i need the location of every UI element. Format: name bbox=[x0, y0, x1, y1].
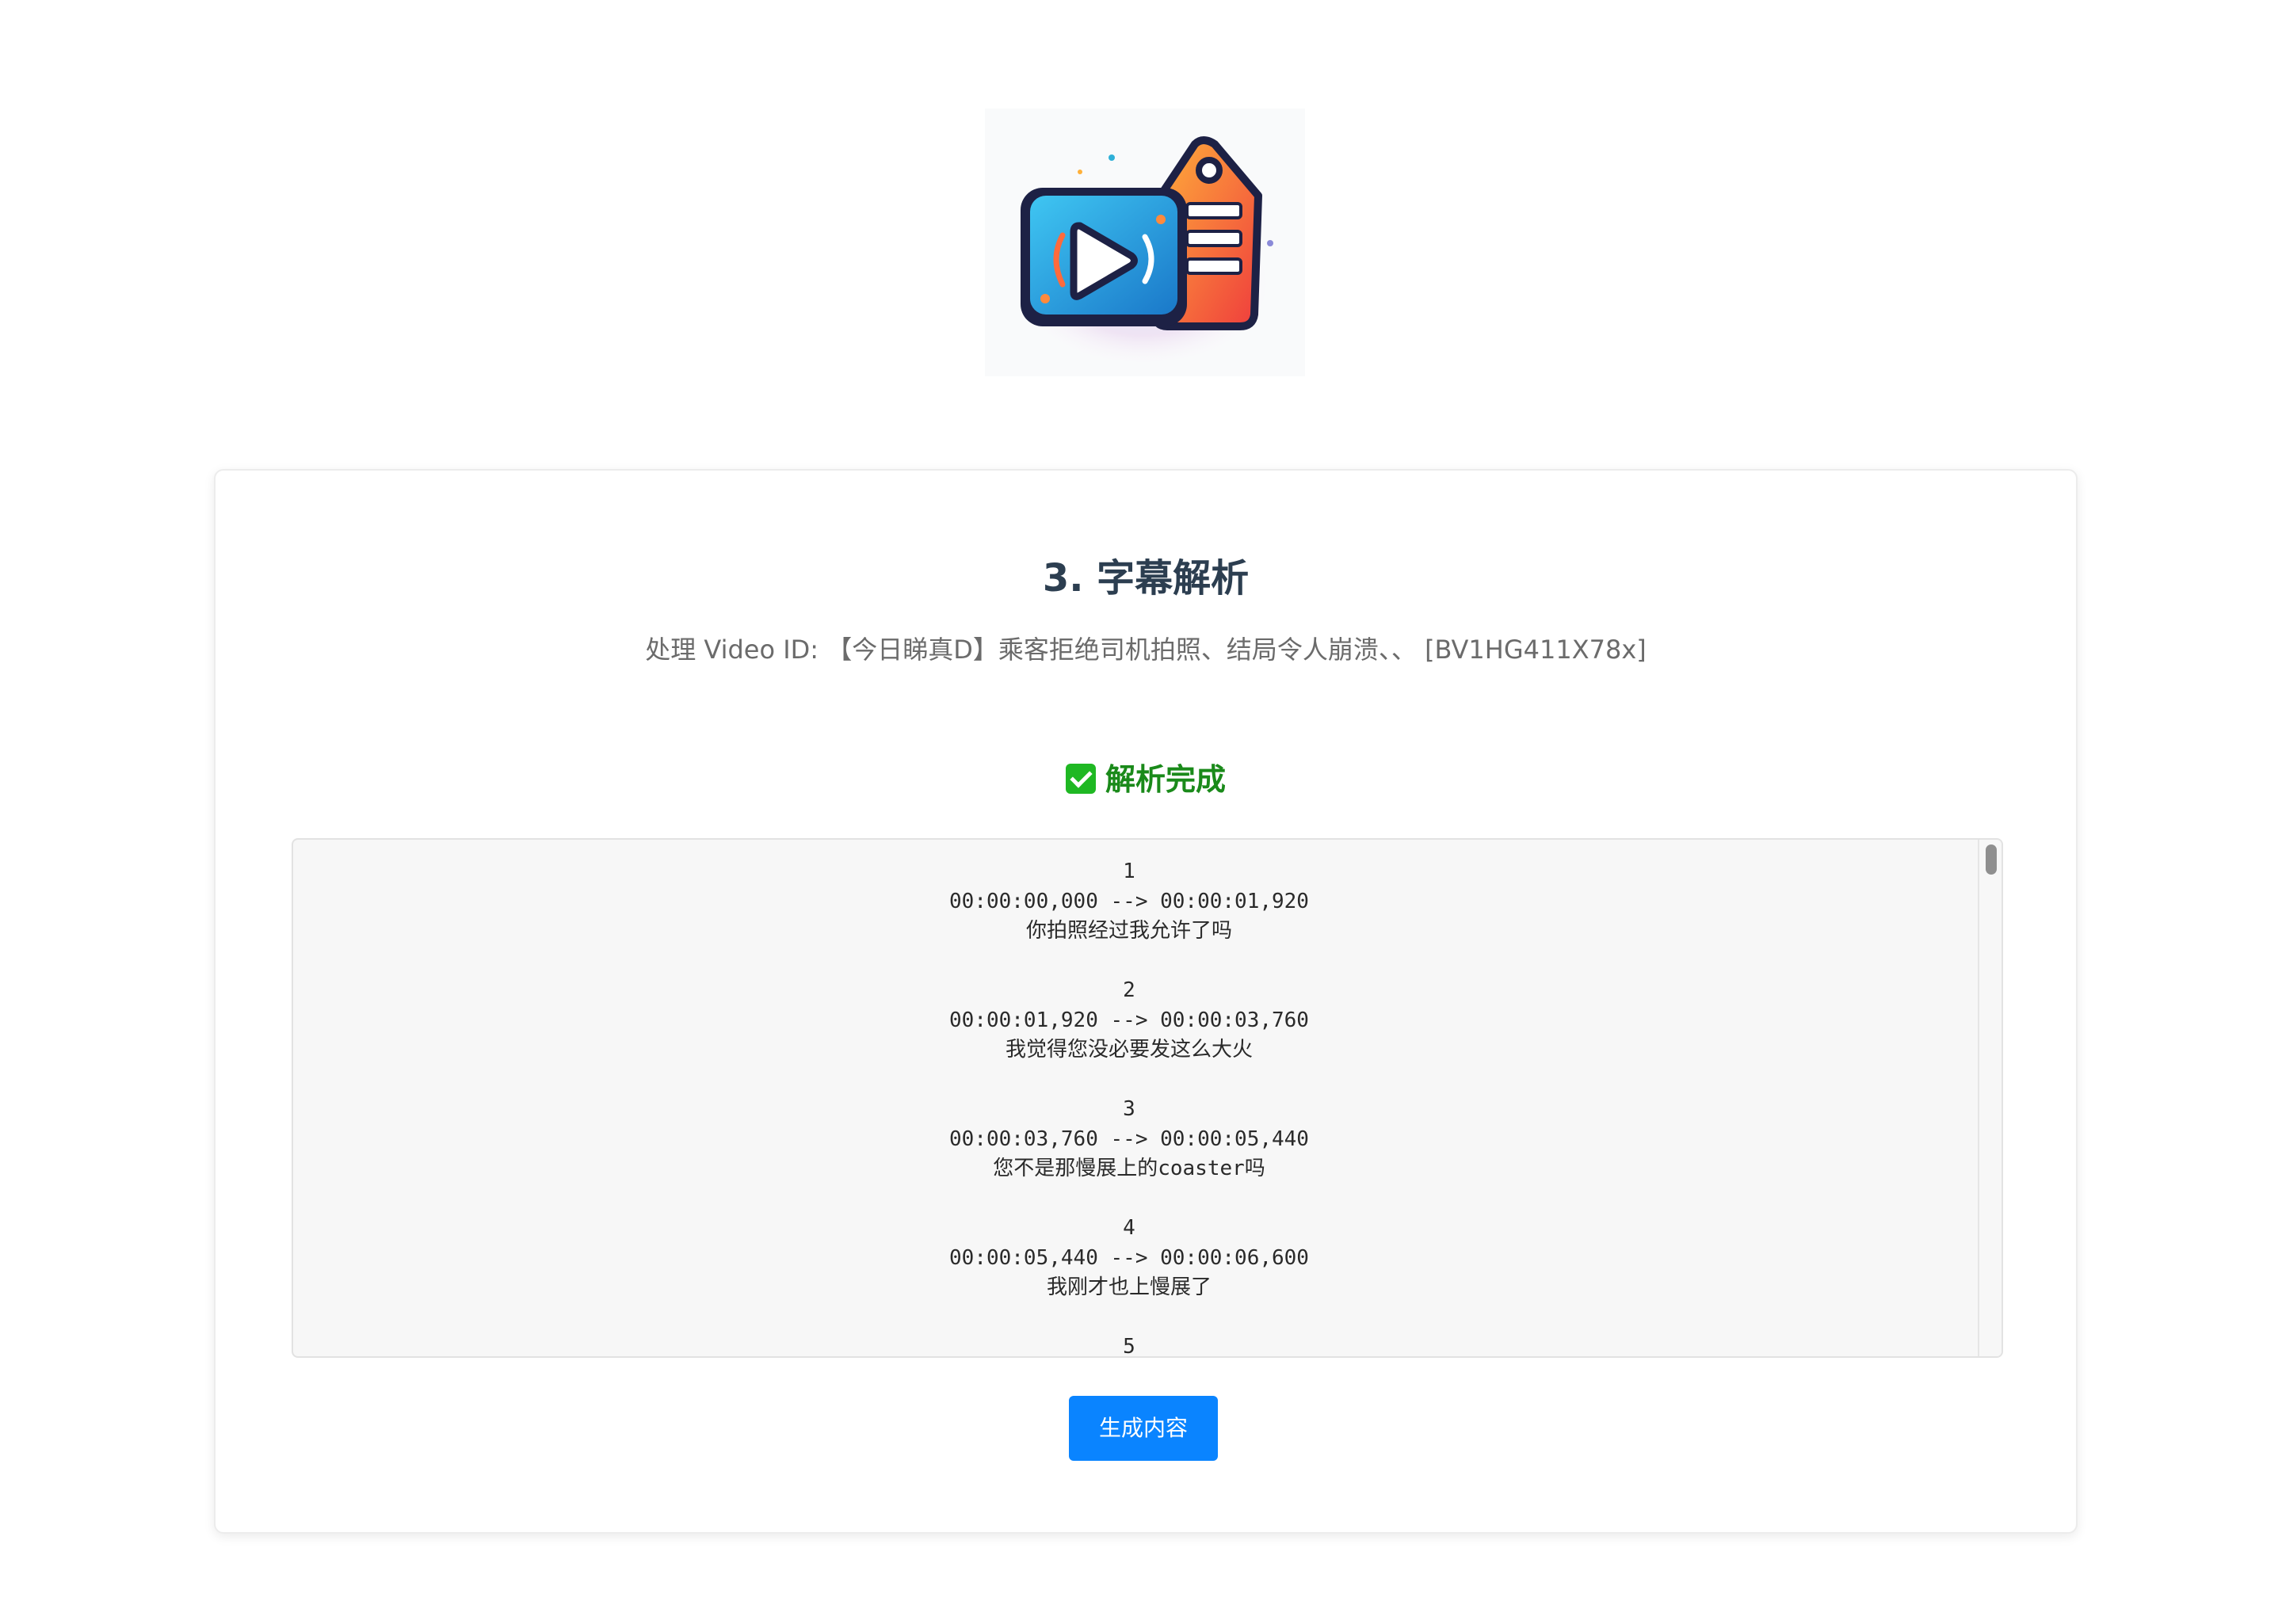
parse-status-text: 解析完成 bbox=[1105, 762, 1226, 797]
scrollbar-thumb[interactable] bbox=[1986, 844, 1997, 875]
cue-timecode: 00:00:00,000 --> 00:00:01,920 bbox=[949, 889, 1309, 913]
subtitle-cue: 1 00:00:00,000 --> 00:00:01,920 你拍照经过我允许… bbox=[293, 857, 1965, 947]
section-title: 3. 字幕解析 bbox=[1042, 556, 1250, 600]
subtitle-cue: 4 00:00:05,440 --> 00:00:06,600 我刚才也上慢展了 bbox=[293, 1214, 1965, 1303]
cue-timecode: 00:00:01,920 --> 00:00:03,760 bbox=[949, 1008, 1309, 1032]
cue-index: 3 bbox=[1123, 1097, 1135, 1121]
cue-text: 您不是那慢展上的coaster吗 bbox=[993, 1157, 1265, 1180]
cue-text: 我觉得您没必要发这么大火 bbox=[1005, 1038, 1253, 1062]
parse-status: 解析完成 bbox=[216, 759, 2076, 800]
subtitle-cue: 5 bbox=[293, 1332, 1965, 1358]
subtitle-list: 1 00:00:00,000 --> 00:00:01,920 你拍照经过我允许… bbox=[293, 857, 1965, 1358]
app-logo bbox=[985, 109, 1305, 376]
cue-text: 我刚才也上慢展了 bbox=[1046, 1275, 1212, 1299]
video-subtitle-tag-logo-icon bbox=[1009, 136, 1278, 362]
vertical-scrollbar[interactable] bbox=[1978, 840, 2002, 1356]
video-id-label: 处理 Video ID: 【今日睇真D】乘客拒绝司机拍照、结局令人崩溃、、 [B… bbox=[645, 635, 1647, 665]
subtitle-cue: 2 00:00:01,920 --> 00:00:03,760 我觉得您没必要发… bbox=[293, 976, 1965, 1066]
cue-index: 2 bbox=[1123, 978, 1135, 1002]
generate-content-button[interactable]: 生成内容 bbox=[1069, 1396, 1218, 1461]
cue-index: 5 bbox=[1123, 1335, 1135, 1358]
cue-index: 4 bbox=[1123, 1216, 1135, 1240]
cue-index: 1 bbox=[1123, 860, 1135, 883]
subtitle-parse-card: 3. 字幕解析 处理 Video ID: 【今日睇真D】乘客拒绝司机拍照、结局令… bbox=[214, 469, 2078, 1534]
cue-timecode: 00:00:03,760 --> 00:00:05,440 bbox=[949, 1127, 1309, 1151]
cue-timecode: 00:00:05,440 --> 00:00:06,600 bbox=[949, 1245, 1309, 1270]
subtitle-output-box[interactable]: 1 00:00:00,000 --> 00:00:01,920 你拍照经过我允许… bbox=[292, 838, 2003, 1358]
check-mark-icon bbox=[1065, 764, 1096, 794]
cue-text: 你拍照经过我允许了吗 bbox=[1025, 919, 1232, 943]
subtitle-cue: 3 00:00:03,760 --> 00:00:05,440 您不是那慢展上的… bbox=[293, 1095, 1965, 1184]
